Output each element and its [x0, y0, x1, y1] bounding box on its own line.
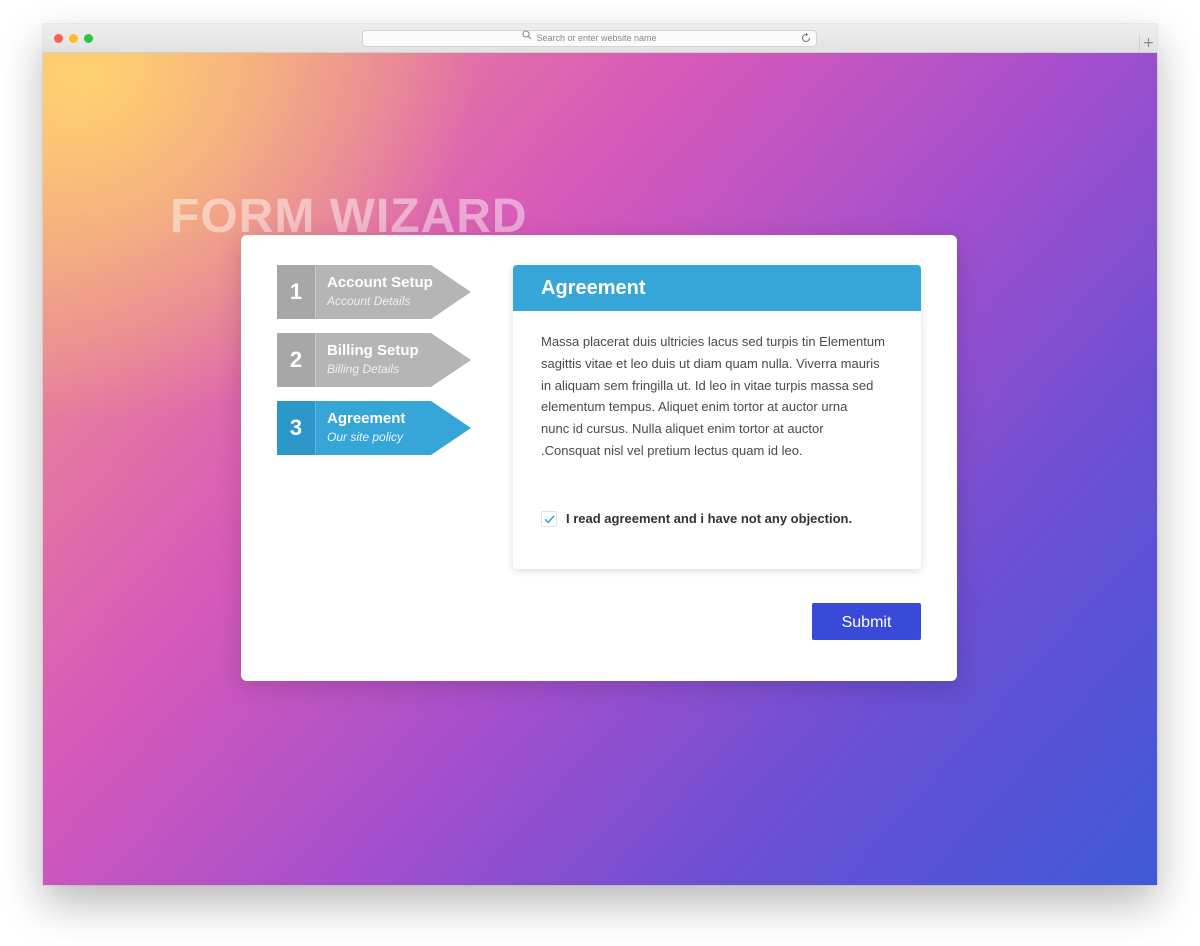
agreement-text-line: elementum tempus. Aliquet enim tortor at…: [541, 399, 848, 415]
agreement-checkbox-label[interactable]: I read agreement and i have not any obje…: [566, 511, 852, 526]
step-title: Account Setup: [327, 274, 433, 291]
wizard-step-agreement[interactable]: 3 Agreement Our site policy: [277, 401, 471, 455]
reload-icon[interactable]: [800, 32, 812, 49]
minimize-window-button[interactable]: [69, 34, 78, 43]
agreement-text-line: sagittis vitae et leo duis ut diam quam …: [541, 355, 880, 371]
browser-titlebar: Search or enter website name +: [43, 24, 1157, 53]
checkmark-icon: [544, 515, 555, 524]
step-subtitle: Billing Details: [327, 362, 400, 376]
form-wizard-card: 1 Account Setup Account Details 2 Billin…: [241, 235, 957, 681]
address-placeholder: Search or enter website name: [536, 33, 657, 43]
step-title: Agreement: [327, 410, 406, 427]
zoom-window-button[interactable]: [84, 34, 93, 43]
step-number: 1: [289, 279, 303, 304]
close-window-button[interactable]: [54, 34, 63, 43]
step-subtitle: Account Details: [327, 294, 411, 308]
panel-title: Agreement: [513, 265, 921, 311]
page-viewport: FORM WIZARD 1 Account Setup Account Deta…: [43, 53, 1157, 885]
wizard-step-account-setup[interactable]: 1 Account Setup Account Details: [277, 265, 471, 319]
browser-window: Search or enter website name + FORM WIZA…: [43, 24, 1157, 885]
agreement-text-line: nunc id cursus. Nulla aliquet enim torto…: [541, 421, 824, 437]
agreement-text-line: Massa placerat duis ultricies lacus sed …: [541, 334, 885, 349]
step-number: 2: [289, 347, 303, 372]
agreement-text: Massa placerat duis ultricies lacus sed …: [541, 331, 901, 462]
agreement-panel: Agreement Massa placerat duis ultricies …: [513, 265, 921, 569]
wizard-step-billing-setup[interactable]: 2 Billing Setup Billing Details: [277, 333, 471, 387]
new-tab-button[interactable]: +: [1139, 35, 1157, 53]
address-bar[interactable]: Search or enter website name: [362, 30, 817, 47]
agreement-text-line: in aliquam sem fringilla ut. Id leo in v…: [541, 377, 874, 393]
step-title: Billing Setup: [327, 342, 419, 359]
step-subtitle: Our site policy: [327, 430, 404, 444]
search-icon: [522, 30, 532, 45]
step-number: 3: [289, 415, 303, 440]
submit-button[interactable]: Submit: [812, 603, 921, 640]
agreement-text-line: .Consquat nisl vel pretium lectus quam i…: [541, 442, 803, 458]
agreement-checkbox[interactable]: [541, 511, 557, 527]
